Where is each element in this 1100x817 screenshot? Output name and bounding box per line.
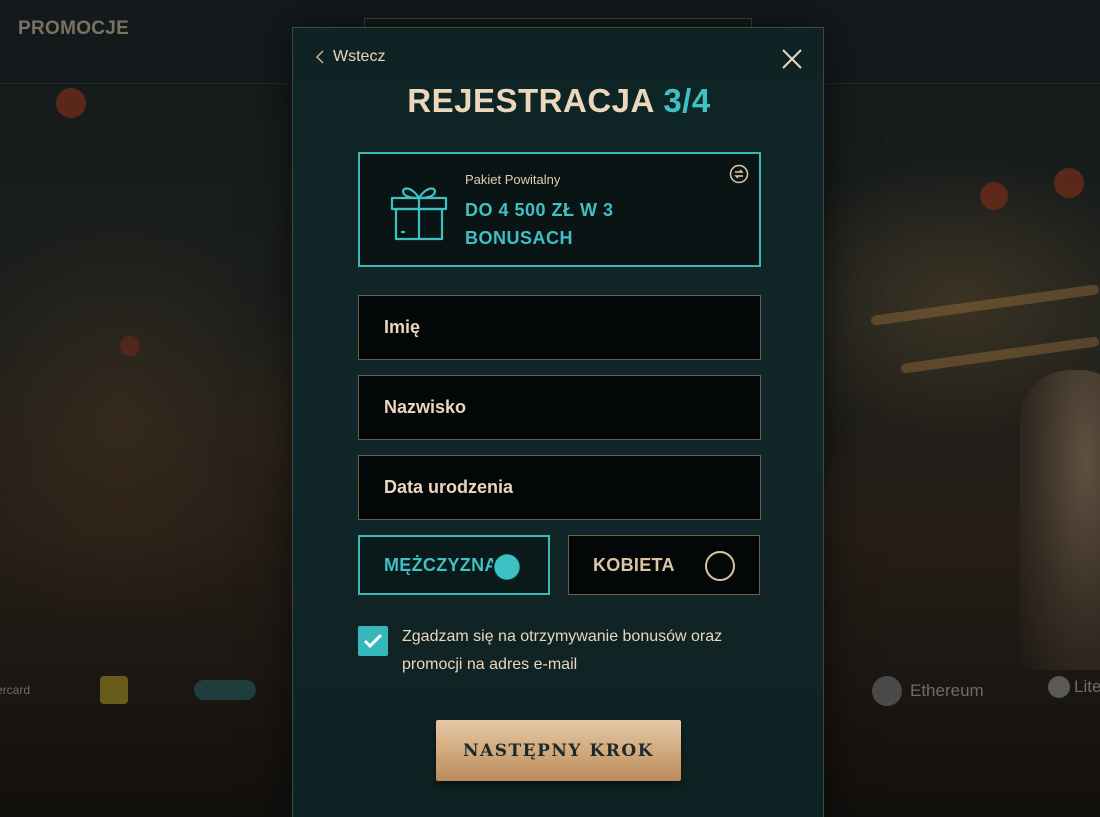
litecoin-icon <box>1048 676 1070 698</box>
radio-unselected-icon <box>705 551 735 581</box>
birthdate-field[interactable] <box>358 455 761 520</box>
back-button[interactable]: Wstecz <box>315 48 385 66</box>
decor-streak <box>870 284 1100 326</box>
welcome-bonus-card[interactable]: Pakiet Powitalny DO 4 500 ZŁ W 3 BONUSAC… <box>358 152 761 267</box>
last-name-field[interactable] <box>358 375 761 440</box>
payment-logo-label: Ethereum <box>910 681 984 700</box>
decor-light <box>120 336 140 356</box>
next-step-button[interactable]: NASTĘPNY KROK <box>436 720 681 781</box>
first-name-field[interactable] <box>358 295 761 360</box>
decor-light <box>56 88 86 118</box>
back-button-label: Wstecz <box>333 48 386 65</box>
decor-light <box>1054 168 1084 198</box>
checkmark-icon <box>363 633 383 649</box>
gender-option-label: MĘŻCZYZNA <box>384 554 498 575</box>
consent-label: Zgadzam się na otrzymywanie bonusów oraz… <box>402 628 723 673</box>
payment-logo-ethereum: Ethereum <box>872 676 984 706</box>
payment-logo-zimpler <box>194 680 256 700</box>
gift-icon <box>390 187 448 241</box>
first-name-input[interactable] <box>384 317 760 338</box>
email-consent: Zgadzam się na otrzymywanie bonusów oraz… <box>358 626 768 679</box>
decor-light <box>980 182 1008 210</box>
hero-character-image <box>1020 370 1100 670</box>
step-indicator: 3/4 <box>663 82 711 119</box>
registration-modal: Wstecz REJESTRACJA 3/4 Pakiet Powitalny … <box>292 27 824 817</box>
payment-logo-generic <box>100 676 128 704</box>
gender-option-male[interactable]: MĘŻCZYZNA <box>358 535 550 595</box>
payment-logo-mastercard: ercard <box>0 683 31 697</box>
chevron-left-icon <box>315 50 324 64</box>
close-icon[interactable] <box>781 48 803 70</box>
payment-logo-label: Lite <box>1074 677 1100 696</box>
gender-option-female[interactable]: KOBIETA <box>568 535 760 595</box>
last-name-input[interactable] <box>384 397 760 418</box>
consent-checkbox[interactable] <box>358 626 388 656</box>
decor-streak <box>900 336 1100 374</box>
title-text: REJESTRACJA <box>407 82 654 119</box>
radio-selected-icon <box>492 552 522 582</box>
bonus-subtitle: Pakiet Powitalny <box>465 172 561 187</box>
nav-item-promotions: PROMOCJE <box>18 18 130 39</box>
bonus-headline: DO 4 500 ZŁ W 3 BONUSACH <box>465 200 614 248</box>
birthdate-input[interactable] <box>384 477 760 498</box>
modal-title: REJESTRACJA 3/4 <box>293 82 825 120</box>
swap-icon[interactable] <box>729 164 749 184</box>
ethereum-icon <box>872 676 902 706</box>
payment-logo-litecoin: Lite <box>1048 676 1100 698</box>
gender-option-label: KOBIETA <box>593 554 675 575</box>
